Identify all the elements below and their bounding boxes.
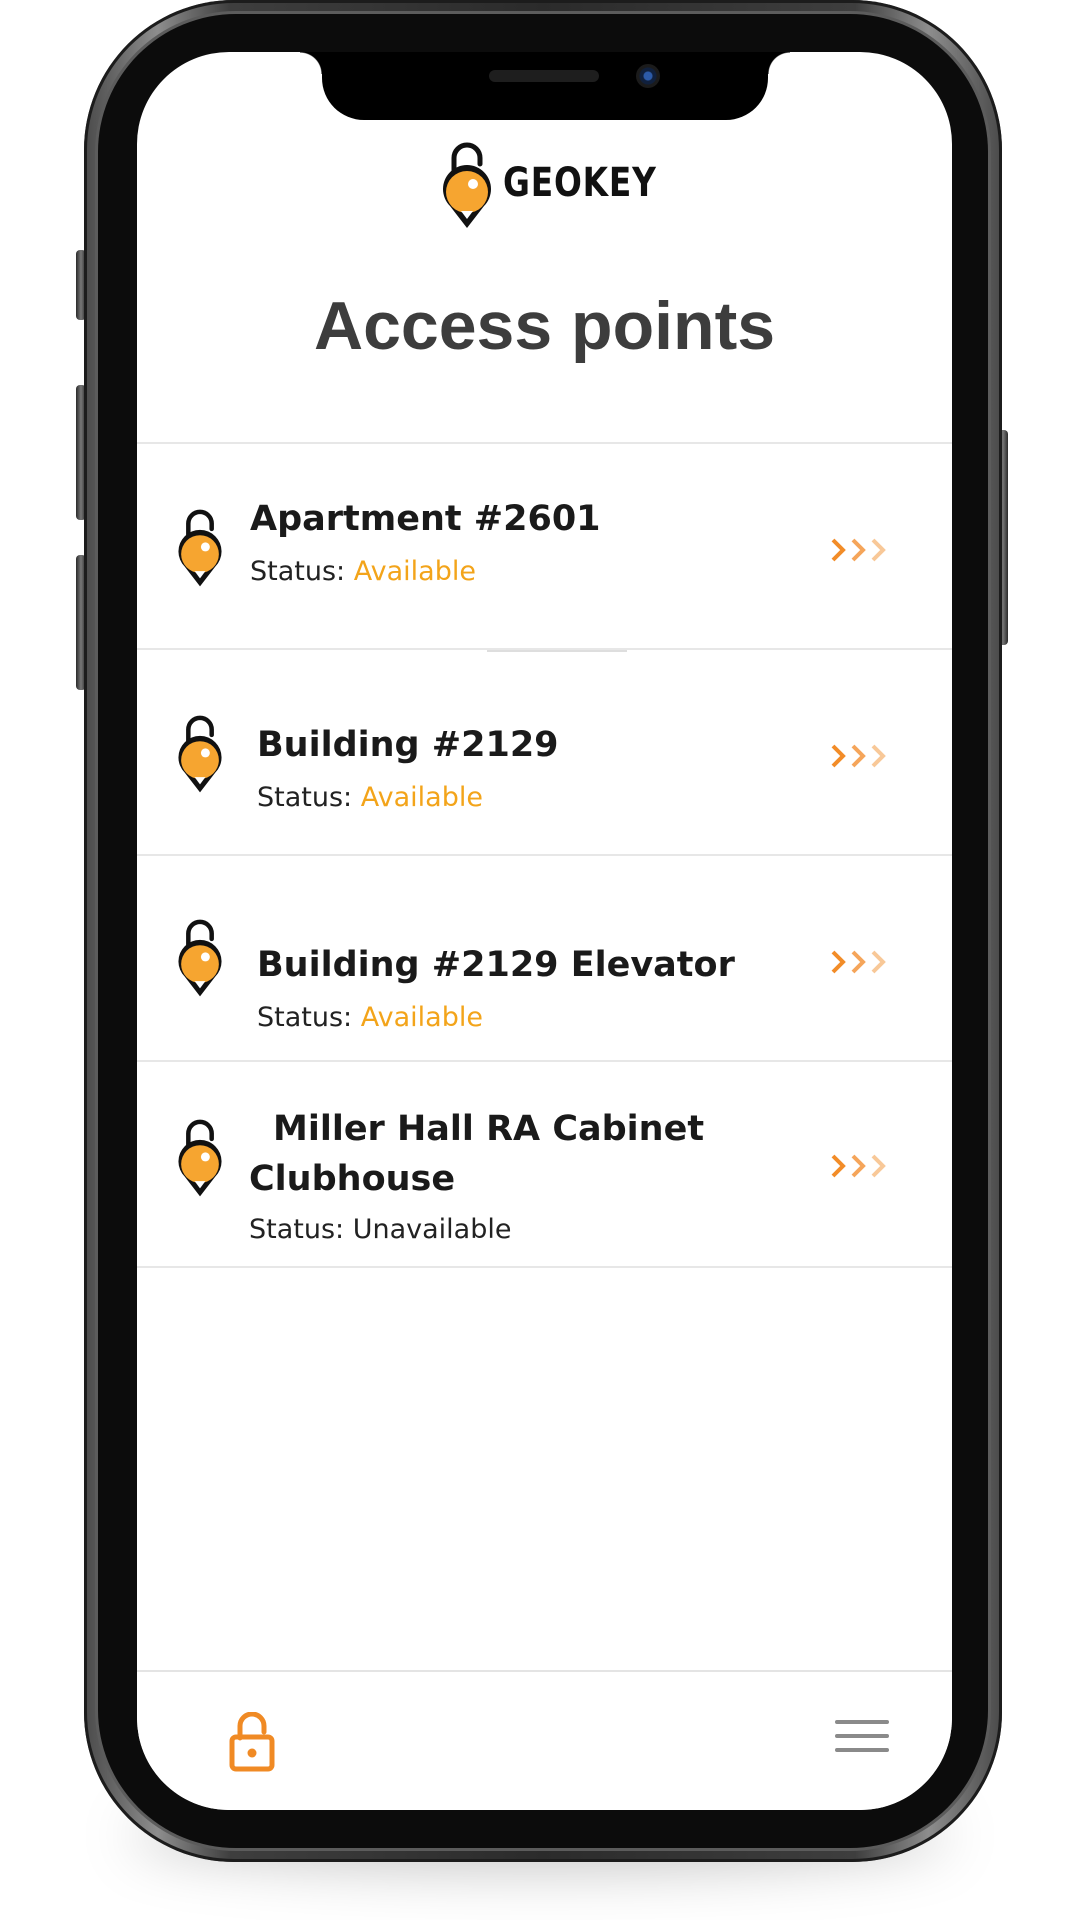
access-point-lock-pin-icon: [178, 715, 222, 793]
access-point-lock-pin-icon: [178, 1119, 222, 1197]
access-point-row[interactable]: Miller Hall RA Cabinet Clubhouse Status:…: [137, 1062, 952, 1268]
access-points-list: Apartment #2601 Status: Available Buildi…: [137, 442, 952, 1268]
access-point-status: Status: Unavailable: [249, 1214, 511, 1245]
app-logo: GEOKEY: [437, 134, 690, 232]
access-point-name-line2: Clubhouse: [249, 1159, 456, 1199]
access-point-row[interactable]: Apartment #2601 Status: Available: [137, 444, 952, 652]
status-label: Status:: [257, 782, 353, 813]
page-title: Access points: [313, 288, 776, 364]
stage: GEOKEY Access points Apartment #2601 Sta…: [0, 0, 1080, 1920]
status-label: Status:: [257, 1002, 353, 1033]
access-point-name: Apartment #2601: [250, 499, 601, 539]
chevron-right-icon: [831, 950, 886, 974]
status-label: Status:: [249, 1214, 345, 1245]
access-point-name-line1: Miller Hall RA Cabinet: [273, 1109, 705, 1149]
phone-notch: [300, 52, 790, 120]
chevron-right-icon: [831, 744, 886, 768]
status-value: Available: [360, 1002, 483, 1033]
chevron-right-icon: [831, 538, 886, 562]
status-value: Available: [353, 556, 476, 587]
chevron-right-icon: [831, 1154, 886, 1178]
geokey-logo-icon: [443, 142, 491, 228]
front-camera-icon: [636, 64, 660, 88]
bottom-navigation-bar: [137, 1670, 952, 1810]
menu-line: [835, 1734, 889, 1738]
status-label: Status:: [250, 556, 346, 587]
app-screen: GEOKEY Access points Apartment #2601 Sta…: [137, 52, 952, 1810]
menu-line: [835, 1720, 889, 1724]
access-point-row[interactable]: Building #2129 Elevator Status: Availabl…: [137, 856, 952, 1062]
access-point-lock-pin-icon: [178, 919, 222, 997]
access-point-lock-pin-icon: [178, 509, 222, 587]
access-point-name: Building #2129: [257, 725, 559, 765]
access-point-name: Building #2129 Elevator: [257, 945, 735, 985]
access-point-row[interactable]: Building #2129 Status: Available: [137, 650, 952, 856]
hamburger-menu-icon[interactable]: [835, 1720, 889, 1762]
access-point-status: Status: Available: [257, 782, 483, 813]
status-value: Available: [360, 782, 483, 813]
brand-name: GEOKEY: [503, 160, 657, 206]
menu-line: [835, 1748, 889, 1752]
access-point-status: Status: Available: [250, 556, 476, 587]
speaker-grille: [489, 70, 599, 82]
access-point-status: Status: Available: [257, 1002, 483, 1033]
lock-icon[interactable]: [229, 1712, 275, 1772]
status-value: Unavailable: [352, 1214, 512, 1245]
